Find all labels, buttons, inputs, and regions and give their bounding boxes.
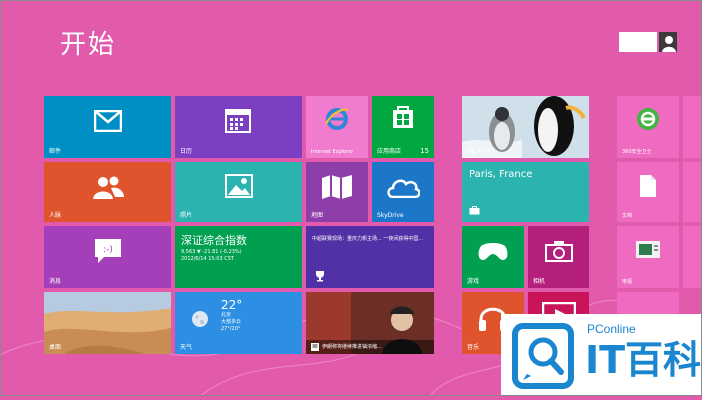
tile-camera-label: 相机 (533, 278, 546, 285)
watermark-brand: PConline (587, 322, 636, 336)
mail-icon (94, 110, 122, 132)
tile-store[interactable]: 应用商店 15 (372, 96, 434, 158)
tile-360-label: 360安全卫士 (622, 149, 652, 155)
tile-desktop-label: 桌面 (49, 344, 62, 351)
tile-games-label: 游戏 (467, 278, 480, 285)
search-icon (467, 147, 475, 155)
tile-maps[interactable]: 地图 (306, 162, 368, 222)
tile-doc-label: 文档 (622, 213, 633, 219)
tile-camera[interactable]: 相机 (528, 226, 589, 288)
xbox-controller-icon (478, 243, 508, 260)
tile-doc-right[interactable] (683, 162, 702, 222)
document-icon (640, 175, 656, 197)
desert-image (44, 292, 171, 354)
weather-temp: 22° (221, 298, 243, 312)
tile-travel[interactable]: Paris, France (462, 162, 589, 222)
tile-tv-right[interactable] (683, 226, 702, 288)
tile-mail[interactable]: 邮件 (44, 96, 171, 158)
tile-people[interactable]: 人脉 (44, 162, 171, 222)
tile-bing-label: Bing (478, 148, 490, 154)
tile-photos-label: 照片 (180, 212, 193, 219)
user-silhouette-icon (659, 32, 677, 52)
tile-maps-label: 地图 (311, 212, 324, 219)
tile-calendar-label: 日历 (180, 148, 193, 155)
news-icon (311, 343, 319, 351)
tile-finance[interactable]: 深证综合指数 9,563 ▼ -21.81 (-0.23%) 2012/6/14… (175, 226, 302, 288)
weather-moon-icon (192, 311, 208, 327)
tile-tv[interactable]: 电视 (617, 226, 679, 288)
finance-time: 2012/6/14 15:03 CST (181, 256, 234, 262)
tile-360-right[interactable] (683, 96, 702, 158)
tile-360[interactable]: 360安全卫士 (617, 96, 679, 158)
tile-tv-label: 电视 (622, 279, 633, 285)
tile-skydrive-label: SkyDrive (377, 212, 404, 219)
tile-weather[interactable]: 22° 北京 大部多云 27°/20° 天气 (175, 292, 302, 354)
weather-condition: 大部多云 (221, 319, 242, 325)
tile-doc[interactable]: 文档 (617, 162, 679, 222)
internet-explorer-icon (325, 108, 349, 130)
weather-range: 27°/20° (221, 326, 241, 332)
finance-title: 深证综合指数 (181, 234, 247, 247)
tile-messaging[interactable]: :-) 消息 (44, 226, 171, 288)
tv-icon (636, 241, 660, 258)
tile-news[interactable]: 伊朗称将继续推进铀浓缩... (306, 292, 434, 354)
news-caption: 伊朗称将继续推进铀浓缩... (322, 344, 382, 350)
tile-games[interactable]: 游戏 (462, 226, 524, 288)
photos-icon (225, 174, 253, 198)
tile-store-label: 应用商店 (377, 148, 402, 155)
svg-text::-): :-) (103, 245, 113, 255)
tile-bing[interactable]: Bing (462, 96, 589, 158)
trophy-icon (316, 271, 324, 282)
calendar-icon (225, 109, 251, 133)
tile-desktop[interactable]: 桌面 (44, 292, 171, 354)
tile-skydrive[interactable]: SkyDrive (372, 162, 434, 222)
user-account[interactable] (619, 32, 677, 52)
watermark-text: IT百科 (585, 338, 702, 382)
sports-headline: 中超联赛现场：重庆力帆主场... 一夜间获得中国... (312, 236, 424, 242)
user-name (619, 32, 657, 52)
travel-title: Paris, France (469, 169, 533, 180)
tile-messaging-label: 消息 (49, 278, 62, 285)
360-shield-icon (637, 108, 659, 130)
store-icon (393, 106, 413, 128)
tile-sports[interactable]: 中超联赛现场：重庆力帆主场... 一夜间获得中国... (306, 226, 434, 288)
maps-icon (322, 175, 352, 199)
camera-icon (545, 241, 573, 262)
pconline-watermark: PConline IT百科 (501, 314, 702, 396)
tile-mail-label: 邮件 (49, 148, 62, 155)
tile-weather-label: 天气 (180, 344, 193, 351)
people-icon (93, 176, 124, 199)
tile-internet-explorer[interactable]: Internet Explorer (306, 96, 368, 158)
tile-music-label: 音乐 (467, 344, 480, 351)
tile-calendar[interactable]: 日历 (175, 96, 302, 158)
start-title: 开始 (60, 30, 117, 60)
tile-people-label: 人脉 (49, 212, 62, 219)
tile-ie-label: Internet Explorer (311, 149, 354, 155)
weather-place: 北京 (221, 312, 232, 318)
tile-store-count: 15 (420, 147, 429, 155)
messaging-icon: :-) (95, 239, 121, 263)
tile-photos[interactable]: 照片 (175, 162, 302, 222)
finance-change: 9,563 ▼ -21.81 (-0.23%) (181, 249, 242, 255)
suitcase-icon (469, 206, 480, 215)
cloud-icon (387, 179, 420, 198)
